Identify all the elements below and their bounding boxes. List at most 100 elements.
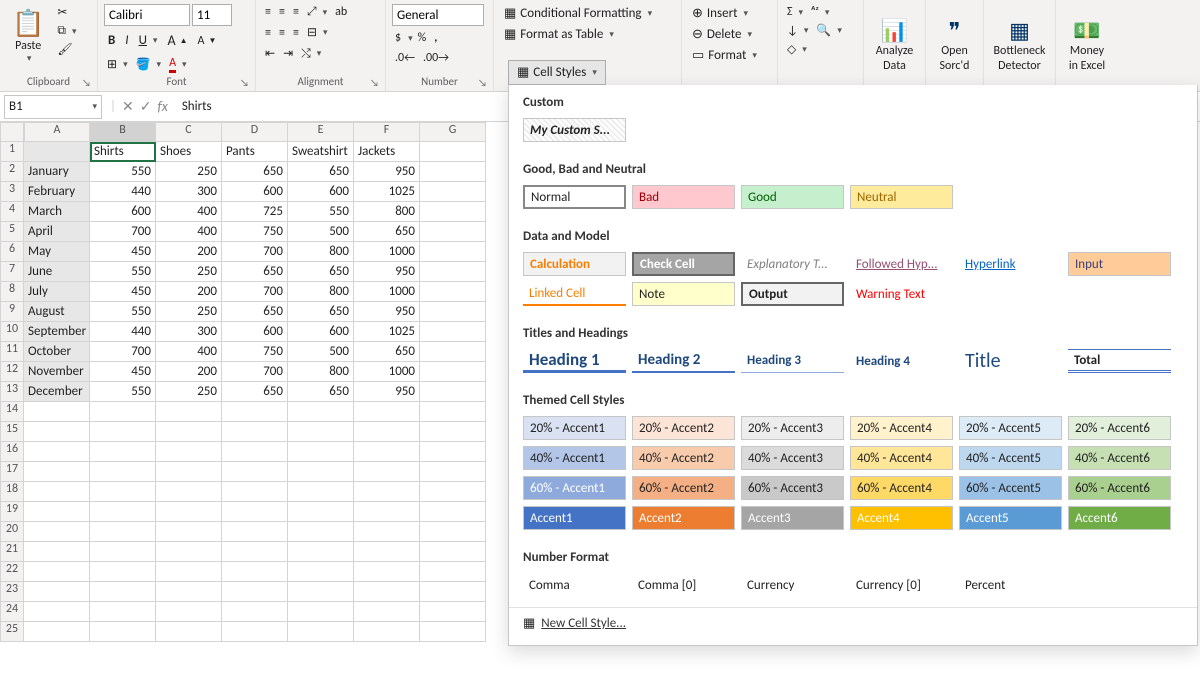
cell-F13[interactable]: 950 [354,382,420,402]
analyze-data-button[interactable]: 📊 Analyze Data [864,0,926,91]
cell-C7[interactable]: 250 [156,262,222,282]
style-40-accent3[interactable]: 40% - Accent3 [741,446,844,470]
cell-C6[interactable]: 200 [156,242,222,262]
comma-button[interactable]: , [431,30,440,46]
align-center-button[interactable]: ≡ [276,25,288,41]
inc-decimal-button[interactable]: .0← [392,50,418,66]
cell-F24[interactable] [354,602,420,622]
cell-G21[interactable] [420,542,486,562]
cell-C1[interactable]: Shoes [156,142,222,162]
indent-dec-button[interactable]: ⇤ [262,45,278,62]
style-input[interactable]: Input [1068,252,1171,276]
cell-G16[interactable] [420,442,486,462]
style-warning[interactable]: Warning Text [850,282,953,306]
font-color-button[interactable]: A▾ [166,55,189,74]
cell-D14[interactable] [222,402,288,422]
cell-F22[interactable] [354,562,420,582]
cell-B7[interactable]: 550 [90,262,156,282]
cell-A13[interactable]: December [24,382,90,402]
style-comma0[interactable]: Comma [0] [632,573,735,597]
cell-F21[interactable] [354,542,420,562]
cell-F4[interactable]: 800 [354,202,420,222]
style-20-accent2[interactable]: 20% - Accent2 [632,416,735,440]
cell-C22[interactable] [156,562,222,582]
cell-B8[interactable]: 450 [90,282,156,302]
cell-G18[interactable] [420,482,486,502]
row-header-18[interactable]: 18 [0,482,24,502]
open-sorcd-button[interactable]: ❞ Open Sorc'd [926,0,984,91]
cell-E24[interactable] [288,602,354,622]
style-heading1[interactable]: Heading 1 [523,349,626,373]
cell-B25[interactable] [90,622,156,642]
cell-G9[interactable] [420,302,486,322]
indent-inc-button[interactable]: ⇥ [280,45,296,62]
cell-G19[interactable] [420,502,486,522]
cell-B5[interactable]: 700 [90,222,156,242]
cell-D18[interactable] [222,482,288,502]
style-20-accent3[interactable]: 20% - Accent3 [741,416,844,440]
style-accent1[interactable]: Accent1 [523,506,626,530]
cell-F3[interactable]: 1025 [354,182,420,202]
cell-C5[interactable]: 400 [156,222,222,242]
format-table-button[interactable]: ▦Format as Table▾ [500,25,618,44]
cell-B18[interactable] [90,482,156,502]
orientation2-button[interactable]: ⤭▾ [298,46,324,62]
cell-F15[interactable] [354,422,420,442]
cell-B24[interactable] [90,602,156,622]
row-header-5[interactable]: 5 [0,222,24,242]
cell-C25[interactable] [156,622,222,642]
cell-G7[interactable] [420,262,486,282]
cell-A3[interactable]: February [24,182,90,202]
align-right-button[interactable]: ≡ [290,25,302,41]
cell-G5[interactable] [420,222,486,242]
cell-B22[interactable] [90,562,156,582]
cell-C10[interactable]: 300 [156,322,222,342]
format-button[interactable]: ▭Format▾ [688,46,761,65]
cell-F1[interactable]: Jackets [354,142,420,162]
cell-C4[interactable]: 400 [156,202,222,222]
style-40-accent4[interactable]: 40% - Accent4 [850,446,953,470]
style-percent[interactable]: Percent [959,573,1062,597]
cell-D21[interactable] [222,542,288,562]
cell-C19[interactable] [156,502,222,522]
underline-button[interactable]: U▾ [135,31,162,50]
cell-A20[interactable] [24,522,90,542]
fill-color-button[interactable]: 🪣▾ [133,56,164,73]
style-60-accent6[interactable]: 60% - Accent6 [1068,476,1171,500]
style-20-accent5[interactable]: 20% - Accent5 [959,416,1062,440]
row-header-14[interactable]: 14 [0,402,24,422]
cell-A4[interactable]: March [24,202,90,222]
col-header-E[interactable]: E [288,122,354,142]
style-40-accent6[interactable]: 40% - Accent6 [1068,446,1171,470]
launcher-icon[interactable]: ↘ [478,76,487,89]
launcher-icon[interactable]: ↘ [370,76,379,89]
cell-A16[interactable] [24,442,90,462]
name-box[interactable]: B1 ▾ [4,95,102,119]
style-20-accent1[interactable]: 20% - Accent1 [523,416,626,440]
row-header-23[interactable]: 23 [0,582,24,602]
col-header-D[interactable]: D [222,122,288,142]
cell-E21[interactable] [288,542,354,562]
fx-button[interactable]: fx [157,98,167,115]
row-header-13[interactable]: 13 [0,382,24,402]
cell-A21[interactable] [24,542,90,562]
cell-F7[interactable]: 950 [354,262,420,282]
cell-B10[interactable]: 440 [90,322,156,342]
cell-A2[interactable]: January [24,162,90,182]
cell-F9[interactable]: 950 [354,302,420,322]
cell-A15[interactable] [24,422,90,442]
fill-button[interactable]: ↓▾ [784,23,811,39]
currency-button[interactable]: $ [392,30,404,46]
cell-G13[interactable] [420,382,486,402]
cell-D22[interactable] [222,562,288,582]
copy-button[interactable]: ⧉▾ [54,23,79,39]
cell-D19[interactable] [222,502,288,522]
style-40-accent2[interactable]: 40% - Accent2 [632,446,735,470]
cell-B20[interactable] [90,522,156,542]
cell-A17[interactable] [24,462,90,482]
style-hyperlink[interactable]: Hyperlink [959,252,1062,276]
cond-format-button[interactable]: ▦Conditional Formatting▾ [500,4,656,23]
cell-E5[interactable]: 500 [288,222,354,242]
cell-D7[interactable]: 650 [222,262,288,282]
cell-G10[interactable] [420,322,486,342]
